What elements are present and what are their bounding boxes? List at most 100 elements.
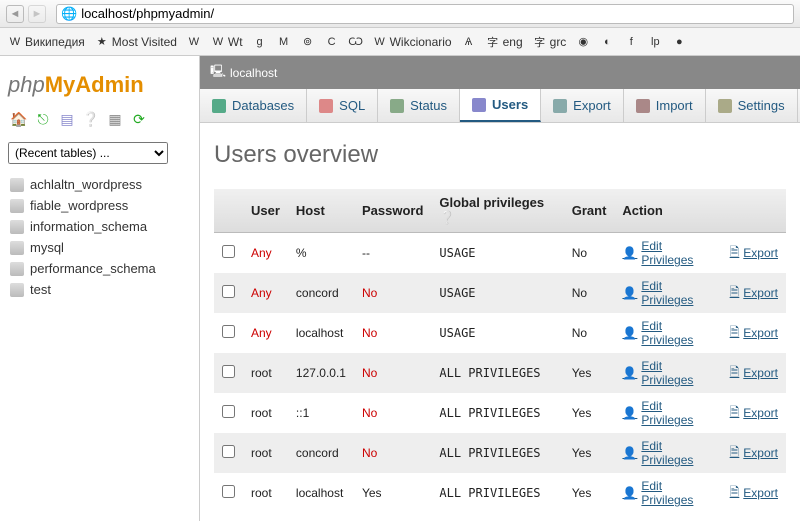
help-icon[interactable]: ❔ <box>439 210 455 225</box>
export-icon: 🗎 <box>730 483 740 504</box>
globe-icon: 🌐 <box>61 6 77 22</box>
bookmark-item[interactable]: M <box>277 35 291 49</box>
tab-databases[interactable]: Databases <box>200 89 307 122</box>
home-icon[interactable]: 🏠 <box>10 110 28 128</box>
url-input[interactable] <box>81 6 789 21</box>
bookmark-item[interactable]: W <box>187 35 201 49</box>
bookmark-icon: C <box>325 35 339 49</box>
tab-status[interactable]: Status <box>378 89 460 122</box>
table-row: AnylocalhostNoUSAGENo👤Edit Privileges🗎Ex… <box>214 313 786 353</box>
bookmark-item[interactable]: f <box>624 35 638 49</box>
edit-privileges-link[interactable]: 👤Edit Privileges <box>622 279 713 307</box>
bookmark-item[interactable]: 字grc <box>533 35 567 49</box>
export-link[interactable]: 🗎Export <box>730 483 778 504</box>
tab-settings[interactable]: Settings <box>706 89 798 122</box>
tab-users[interactable]: Users <box>460 89 541 122</box>
edit-privileges-link[interactable]: 👤Edit Privileges <box>622 239 713 267</box>
bookmark-item[interactable]: WВикипедия <box>8 35 85 49</box>
bookmark-item[interactable]: Ѧ <box>462 35 476 49</box>
export-link[interactable]: 🗎Export <box>730 243 778 264</box>
cell-privileges: ALL PRIVILEGES <box>431 433 563 473</box>
row-checkbox[interactable] <box>222 365 235 378</box>
bookmark-item[interactable]: ★Most Visited <box>95 35 177 49</box>
cell-grant: No <box>564 233 615 274</box>
column-header: Password <box>354 189 431 233</box>
export-link[interactable]: 🗎Export <box>730 363 778 384</box>
sql-icon <box>319 99 333 113</box>
edit-privileges-link[interactable]: 👤Edit Privileges <box>622 399 713 427</box>
recent-tables-select[interactable]: (Recent tables) ... <box>8 142 168 164</box>
bookmark-item[interactable]: ● <box>672 35 686 49</box>
database-item[interactable]: performance_schema <box>8 258 191 279</box>
cell-host: concord <box>288 273 354 313</box>
export-link[interactable]: 🗎Export <box>730 283 778 304</box>
bookmark-icon: Ѧ <box>462 35 476 49</box>
table-row: AnyconcordNoUSAGENo👤Edit Privileges🗎Expo… <box>214 273 786 313</box>
bookmark-icon: Ѡ <box>349 35 363 49</box>
cell-password: No <box>354 393 431 433</box>
tab-sql[interactable]: SQL <box>307 89 378 122</box>
export-link[interactable]: 🗎Export <box>730 443 778 464</box>
tab-label: Import <box>656 98 693 113</box>
row-checkbox[interactable] <box>222 485 235 498</box>
database-item[interactable]: test <box>8 279 191 300</box>
export-icon: 🗎 <box>730 403 740 424</box>
breadcrumb-host[interactable]: localhost <box>230 66 277 80</box>
cell-host: 127.0.0.1 <box>288 353 354 393</box>
forward-button[interactable]: ► <box>28 5 46 23</box>
database-label: mysql <box>30 240 64 255</box>
row-checkbox[interactable] <box>222 245 235 258</box>
row-checkbox[interactable] <box>222 325 235 338</box>
cell-privileges: ALL PRIVILEGES <box>431 473 563 513</box>
bookmark-item[interactable]: WWikcionario <box>373 35 452 49</box>
database-icon <box>10 220 24 234</box>
bookmark-item[interactable]: Ѡ <box>349 35 363 49</box>
edit-privileges-link[interactable]: 👤Edit Privileges <box>622 359 713 387</box>
settings-icon[interactable]: ▦ <box>106 110 124 128</box>
column-header: Action <box>614 189 786 233</box>
logo-admin: Admin <box>75 72 143 97</box>
bookmark-item[interactable]: 字eng <box>486 35 523 49</box>
cell-user: root <box>243 353 288 393</box>
bookmark-item[interactable]: ⊚ <box>301 35 315 49</box>
database-item[interactable]: fiable_wordpress <box>8 195 191 216</box>
exit-icon[interactable]: ⎋ <box>34 110 52 128</box>
sql-icon[interactable]: ▤ <box>58 110 76 128</box>
database-item[interactable]: achlaltn_wordpress <box>8 174 191 195</box>
database-item[interactable]: information_schema <box>8 216 191 237</box>
cell-user: root <box>243 433 288 473</box>
bookmark-item[interactable]: C <box>325 35 339 49</box>
bookmark-item[interactable]: WWt <box>211 35 243 49</box>
bookmark-item[interactable]: ◉ <box>576 35 590 49</box>
bookmark-item[interactable]: ◐ <box>600 35 614 49</box>
edit-privileges-link[interactable]: 👤Edit Privileges <box>622 319 713 347</box>
bookmark-item[interactable]: lp <box>648 35 662 49</box>
back-button[interactable]: ◄ <box>6 5 24 23</box>
bookmark-icon: ◐ <box>600 35 614 49</box>
row-checkbox[interactable] <box>222 405 235 418</box>
database-item[interactable]: mysql <box>8 237 191 258</box>
url-bar[interactable]: 🌐 <box>56 4 794 24</box>
bookmark-bar: WВикипедия ★Most Visited W WWtgM ⊚ CѠ WWikcion… <box>0 28 800 56</box>
reload-icon[interactable]: ⟳ <box>130 110 148 128</box>
database-label: test <box>30 282 51 297</box>
row-checkbox[interactable] <box>222 285 235 298</box>
row-checkbox[interactable] <box>222 445 235 458</box>
cell-password: Yes <box>354 473 431 513</box>
tab-export[interactable]: Export <box>541 89 624 122</box>
edit-user-icon: 👤 <box>622 446 637 460</box>
export-link[interactable]: 🗎Export <box>730 403 778 424</box>
tab-import[interactable]: Import <box>624 89 706 122</box>
edit-user-icon: 👤 <box>622 246 637 260</box>
bookmark-label: Wikcionario <box>390 35 452 49</box>
docs-icon[interactable]: ❔ <box>82 110 100 128</box>
page-title: Users overview <box>214 141 786 169</box>
breadcrumb: 🖳 localhost <box>200 56 800 89</box>
export-link[interactable]: 🗎Export <box>730 323 778 344</box>
edit-privileges-link[interactable]: 👤Edit Privileges <box>622 439 713 467</box>
bookmark-icon: ⊚ <box>301 35 315 49</box>
edit-privileges-link[interactable]: 👤Edit Privileges <box>622 479 713 507</box>
database-icon <box>10 262 24 276</box>
tabs: DatabasesSQLStatusUsersExport Import Setti… <box>200 89 800 123</box>
bookmark-item[interactable]: g <box>253 35 267 49</box>
